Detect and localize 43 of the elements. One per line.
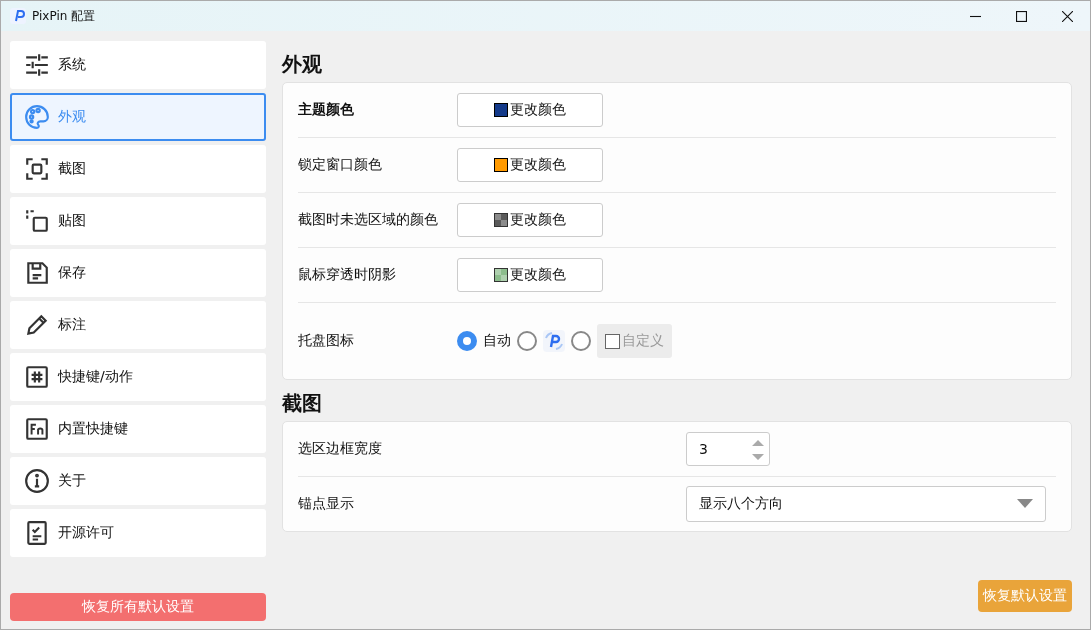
caret-icon (1017, 499, 1033, 509)
dropdown[interactable]: 显示八个方向 (686, 486, 1046, 522)
setting-label: 鼠标穿透时阴影 (298, 266, 397, 284)
paste-icon (24, 208, 50, 234)
sidebar-item[interactable]: 截图 (10, 145, 266, 193)
change-color-button[interactable]: 更改颜色 (457, 203, 603, 237)
maximize-icon[interactable] (1015, 10, 1027, 22)
setting-label: 选区边框宽度 (298, 440, 383, 458)
sidebar-item[interactable]: 标注 (10, 301, 266, 349)
radio-button[interactable] (517, 331, 537, 351)
setting-label: 截图时未选区域的颜色 (298, 211, 439, 229)
window-title: PixPin 配置 (32, 7, 97, 25)
sidebar-item[interactable]: 关于 (10, 457, 266, 505)
info-icon (24, 468, 50, 494)
sidebar-item[interactable]: 系统 (10, 41, 266, 89)
hash-icon (24, 364, 50, 390)
app-logo-icon (543, 330, 565, 352)
change-color-button[interactable]: 更改颜色 (457, 258, 603, 292)
setting-label: 主题颜色 (298, 101, 355, 119)
radio-label[interactable]: 自动 (483, 332, 511, 350)
palette-icon (24, 104, 50, 130)
section-heading: 外观 (282, 51, 323, 78)
checklist-icon (24, 520, 50, 546)
setting-label: 锁定窗口颜色 (298, 156, 383, 174)
sidebar-item[interactable]: 快捷键/动作 (10, 353, 266, 401)
sidebar-item[interactable]: 保存 (10, 249, 266, 297)
radio-button[interactable] (457, 331, 477, 351)
number-spinner[interactable]: 3 (686, 432, 770, 466)
section-heading: 截图 (282, 390, 323, 417)
sliders-icon (24, 52, 50, 78)
setting-label: 托盘图标 (298, 332, 355, 350)
screenshot-icon (24, 156, 50, 182)
pencil-icon (24, 312, 50, 338)
sidebar-item[interactable]: 内置快捷键 (10, 405, 266, 453)
spinner-arrows-icon (751, 438, 765, 462)
change-color-button[interactable]: 更改颜色 (457, 93, 603, 127)
fn-key-icon (24, 416, 50, 442)
change-color-button[interactable]: 更改颜色 (457, 148, 603, 182)
app-logo-icon (10, 8, 26, 24)
close-icon[interactable] (1061, 10, 1073, 22)
sidebar-item[interactable]: 开源许可 (10, 509, 266, 557)
setting-label: 锚点显示 (298, 495, 355, 513)
sidebar-item[interactable]: 贴图 (10, 197, 266, 245)
